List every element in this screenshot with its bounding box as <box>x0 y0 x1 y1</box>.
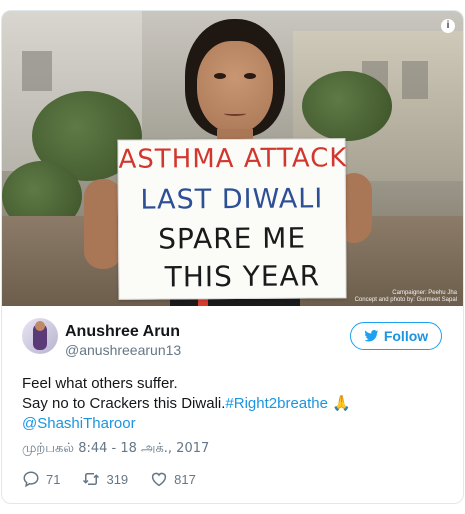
reply-icon <box>23 471 39 488</box>
info-icon[interactable]: i <box>441 19 455 33</box>
reply-button[interactable]: 71 <box>22 470 60 488</box>
girl-eye <box>244 73 256 79</box>
girl-arm-left <box>84 179 122 269</box>
tweet-photo[interactable]: ASTHMA ATTACK LAST DIWALI SPARE ME THIS … <box>2 11 463 306</box>
sign-line-1: ASTHMA ATTACK <box>118 143 348 175</box>
girl-eye <box>214 73 226 79</box>
background-tree <box>302 71 392 141</box>
retweet-button[interactable]: 319 <box>82 470 128 488</box>
tweet-timestamp[interactable]: முற்பகல் 8:44 - 18 அக்., 2017 <box>22 441 209 457</box>
sign-line-2: LAST DIWALI <box>140 183 324 216</box>
protest-sign: ASTHMA ATTACK LAST DIWALI SPARE ME THIS … <box>117 138 348 300</box>
author-handle[interactable]: @anushreearun13 <box>65 342 181 358</box>
sign-line-3: SPARE ME <box>158 221 307 256</box>
background-window <box>22 51 52 91</box>
praying-hands-emoji: 🙏 <box>332 395 351 412</box>
tweet-line: Say no to Crackers this Diwali.#Right2br… <box>22 394 442 414</box>
tweet-text-segment: Say no to Crackers this Diwali. <box>22 395 226 412</box>
reply-count: 71 <box>46 471 61 487</box>
author-name[interactable]: Anushree Arun <box>65 323 180 341</box>
like-button[interactable]: 817 <box>150 470 196 488</box>
twitter-bird-icon <box>364 330 379 342</box>
follow-label: Follow <box>383 328 429 344</box>
tweet-actions: 71 319 817 <box>22 469 218 489</box>
photo-credit: Campaigner: Peehu Jha Concept and photo … <box>355 290 457 304</box>
tweet-text: Feel what others suffer. Say no to Crack… <box>22 374 442 434</box>
girl-mouth <box>224 111 246 116</box>
heart-icon <box>152 472 167 487</box>
photo-credit-line: Campaigner: Peehu Jha <box>392 290 457 296</box>
tweet-line: Feel what others suffer. <box>22 375 178 392</box>
retweet-count: 319 <box>106 471 129 487</box>
avatar-head <box>35 321 45 331</box>
mention-link[interactable]: @ShashiTharoor <box>22 415 136 432</box>
hashtag-link[interactable]: #Right2breathe <box>225 395 328 412</box>
sign-line-4: THIS YEAR <box>164 259 321 294</box>
like-count: 817 <box>174 471 196 487</box>
background-window <box>402 61 428 99</box>
follow-button[interactable]: Follow <box>350 322 442 350</box>
retweet-icon <box>83 473 100 485</box>
avatar[interactable] <box>22 318 58 354</box>
photo-credit-line: Concept and photo by: Gurmeet Sapal <box>354 297 457 303</box>
girl-face <box>197 41 273 133</box>
